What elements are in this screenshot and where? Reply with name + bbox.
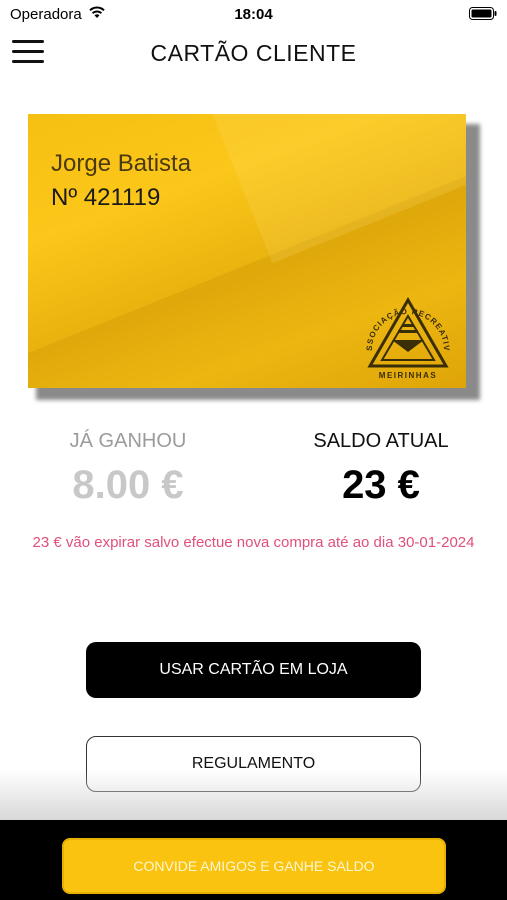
loyalty-card: Jorge Batista Nº 421119 ASSOCIAÇÃO RECRE… <box>28 114 466 388</box>
earned-section: JÁ GANHOU 8.00 € <box>13 430 243 508</box>
bottom-bar: CONVIDE AMIGOS E GANHE SALDO <box>0 820 507 900</box>
bottom-fade <box>0 770 507 820</box>
invite-friends-button[interactable]: CONVIDE AMIGOS E GANHE SALDO <box>62 838 446 894</box>
current-balance-section: SALDO ATUAL 23 € <box>266 430 496 508</box>
association-logo-icon: ASSOCIAÇÃO RECREATIVA MEIRINHAS <box>362 290 450 380</box>
current-balance-label: SALDO ATUAL <box>313 430 449 452</box>
use-card-in-store-button[interactable]: USAR CARTÃO EM LOJA <box>86 642 421 698</box>
clock: 18:04 <box>234 6 273 23</box>
page-title: CARTÃO CLIENTE <box>150 40 357 66</box>
battery-icon <box>469 7 497 20</box>
card-number: Nº 421119 <box>51 184 161 211</box>
expiry-notice: 23 € vão expirar salvo efectue nova comp… <box>32 534 475 551</box>
nav-bar: CARTÃO CLIENTE <box>0 30 507 74</box>
earned-value: 8.00 € <box>72 463 184 507</box>
status-bar: Operadora 18:04 <box>0 0 507 28</box>
current-balance-value: 23 € <box>342 463 420 507</box>
logo-bottom-text: MEIRINHAS <box>379 371 437 380</box>
earned-label: JÁ GANHOU <box>69 430 187 452</box>
card-holder-name: Jorge Batista <box>51 150 192 177</box>
